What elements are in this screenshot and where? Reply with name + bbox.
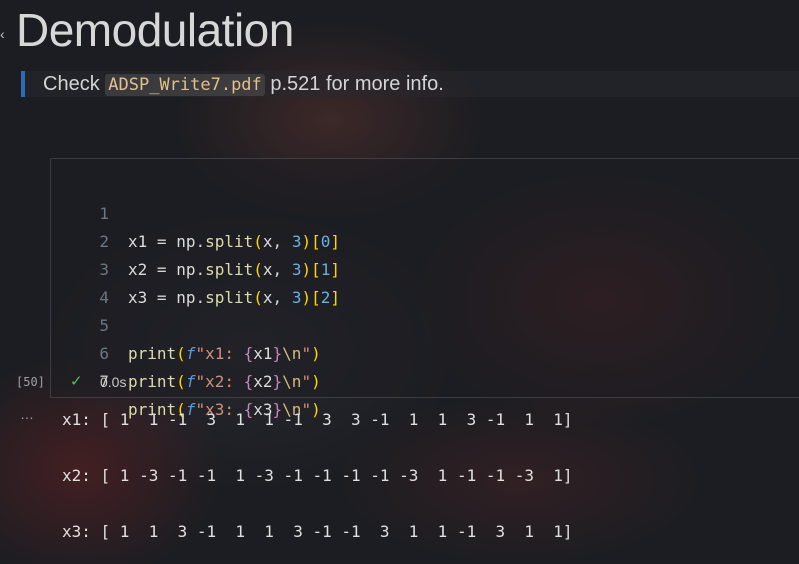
line-number: 2 [99, 232, 109, 251]
output-line: x1: [ 1 1 -1 3 1 1 -1 3 3 -1 1 1 3 -1 1 … [62, 410, 573, 429]
code-line[interactable]: 3 x3 = np.split(x, 3)[2] [51, 228, 340, 307]
code-text: x2 = np.split(x, 3)[1] [128, 260, 341, 279]
line-number: 1 [99, 204, 109, 223]
code-text: print(f"x2: {x2}\n") [128, 372, 321, 391]
execution-time: 0.0s [100, 374, 127, 390]
note-prefix: Check [43, 73, 106, 95]
code-line[interactable]: 5 print(f"x1: {x1}\n") [51, 284, 320, 363]
note-suffix: p.521 for more info. [264, 73, 444, 95]
note-inline-code: ADSP_Write7.pdf [105, 74, 265, 96]
line-number: 5 [99, 316, 109, 335]
output-menu-icon[interactable]: … [20, 406, 34, 422]
note-text: Check ADSP_Write7.pdf p.521 for more inf… [43, 73, 444, 96]
code-text: x3 = np.split(x, 3)[2] [128, 288, 341, 307]
execution-count: [50] [16, 375, 45, 389]
code-text: x1 = np.split(x, 3)[0] [128, 232, 341, 251]
code-line[interactable]: 2 x2 = np.split(x, 3)[1] [51, 200, 340, 279]
line-number: 3 [99, 260, 109, 279]
blockquote-note: Check ADSP_Write7.pdf p.521 for more inf… [21, 71, 799, 97]
line-number: 6 [99, 344, 109, 363]
checkmark-icon: ✓ [70, 373, 83, 390]
line-number: 4 [99, 288, 109, 307]
code-text: print(f"x1: {x1}\n") [128, 344, 321, 363]
code-line[interactable]: 1 x1 = np.split(x, 3)[0] [51, 172, 340, 251]
code-line[interactable]: 4 [51, 256, 109, 307]
code-cell[interactable]: 1 x1 = np.split(x, 3)[0] 2 x2 = np.split… [50, 158, 799, 419]
output-line: x3: [ 1 1 3 -1 1 1 3 -1 -1 3 1 1 -1 3 1 … [62, 522, 573, 541]
code-line[interactable]: 6 print(f"x2: {x2}\n") [51, 312, 320, 391]
section-heading: Demodulation [16, 4, 294, 56]
code-line[interactable]: 7 print(f"x3: {x3}\n") [51, 340, 320, 419]
output-line: x2: [ 1 -3 -1 -1 1 -3 -1 -1 -1 -1 -3 1 -… [62, 466, 573, 485]
collapse-chevron-icon[interactable]: ‹ [0, 26, 5, 42]
